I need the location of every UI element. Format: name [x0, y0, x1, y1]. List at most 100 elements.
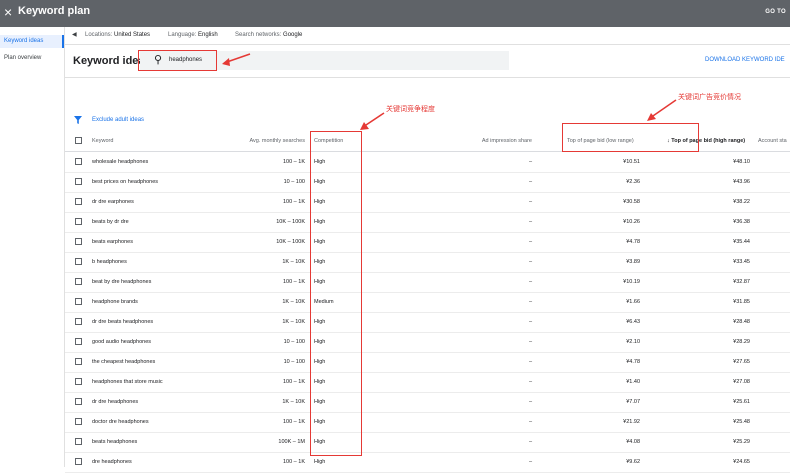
high-bid-cell: ¥33.45 [733, 259, 750, 265]
table-row: beats earphones 10K – 100K High – ¥4.78 ¥35.4… [65, 232, 790, 253]
high-bid-cell: ¥25.48 [733, 419, 750, 425]
table-row: dr dre beats headphones 1K – 10K High – ¥6.4… [65, 312, 790, 333]
avg-searches-cell: 1K – 10K [282, 399, 305, 405]
locations-label: Locations: [85, 32, 113, 38]
impression-share-cell: – [528, 219, 532, 225]
row-checkbox[interactable] [75, 358, 82, 365]
locations-filter[interactable]: Locations: United States [85, 32, 150, 38]
impression-share-cell: – [528, 359, 532, 365]
high-bid-cell: ¥25.29 [733, 439, 750, 445]
table-row: headphone brands 1K – 10K Medium – ¥1.66 ¥31.… [65, 292, 790, 313]
keyword-cell: b headphones [92, 259, 127, 265]
row-checkbox[interactable] [75, 278, 82, 285]
row-checkbox[interactable] [75, 378, 82, 385]
highlight-box-bid [562, 123, 699, 152]
row-checkbox[interactable] [75, 338, 82, 345]
high-bid-cell: ¥35.44 [733, 239, 750, 245]
network-label: Search networks: [235, 32, 282, 38]
table-row: beats by dr dre 10K – 100K High – ¥10.26 ¥36.… [65, 212, 790, 233]
row-checkbox[interactable] [75, 158, 82, 165]
keyword-cell: dre headphones [92, 459, 132, 465]
table-row: beat by dre headphones 100 – 1K High – ¥10.1… [65, 272, 790, 293]
avg-searches-cell: 10 – 100 [283, 339, 305, 345]
low-bid-cell: ¥30.58 [623, 199, 640, 205]
low-bid-cell: ¥9.62 [626, 459, 640, 465]
impression-share-cell: – [528, 239, 532, 245]
impression-share-cell: – [528, 279, 532, 285]
row-checkbox[interactable] [75, 238, 82, 245]
sidebar-item-keyword-ideas[interactable]: Keyword ideas [0, 35, 64, 48]
low-bid-cell: ¥2.36 [626, 179, 640, 185]
row-checkbox[interactable] [75, 198, 82, 205]
row-checkbox[interactable] [75, 298, 82, 305]
avg-searches-cell: 100 – 1K [282, 379, 305, 385]
low-bid-cell: ¥1.40 [626, 379, 640, 385]
bid-annotation: 关键词广告竞价情况 [678, 94, 741, 101]
table-row: the cheapest headphones 10 – 100 High – ¥4.7… [65, 352, 790, 373]
table-row: good audio headphones 10 – 100 High – ¥2.10 ¥… [65, 332, 790, 353]
avg-searches-cell: 100 – 1K [282, 419, 305, 425]
row-checkbox[interactable] [75, 178, 82, 185]
row-checkbox[interactable] [75, 398, 82, 405]
impression-share-cell: – [528, 199, 532, 205]
row-checkbox[interactable] [75, 318, 82, 325]
low-bid-cell: ¥10.51 [623, 159, 640, 165]
header-ad-impression-share[interactable]: Ad impression share [460, 138, 532, 144]
download-keyword-ideas-button[interactable]: DOWNLOAD KEYWORD IDE [705, 57, 785, 63]
avg-searches-cell: 1K – 10K [282, 299, 305, 305]
avg-searches-cell: 100 – 1K [282, 459, 305, 465]
high-bid-cell: ¥38.22 [733, 199, 750, 205]
high-bid-cell: ¥36.38 [733, 219, 750, 225]
keyword-cell: headphones that store music [92, 379, 163, 385]
keyword-cell: dr dre headphones [92, 399, 139, 405]
row-checkbox[interactable] [75, 438, 82, 445]
collapse-icon[interactable]: ◀ [72, 31, 77, 38]
competition-annotation: 关键词竞争程度 [386, 106, 435, 113]
header-avg-monthly-searches[interactable]: Avg. monthly searches [230, 138, 305, 144]
row-checkbox[interactable] [75, 258, 82, 265]
go-to-button[interactable]: GO TO [765, 9, 786, 15]
high-bid-cell: ¥28.29 [733, 339, 750, 345]
keyword-cell: dr dre earphones [92, 199, 134, 205]
low-bid-cell: ¥10.19 [623, 279, 640, 285]
filter-bar: ◀ Locations: United States Language: Eng… [65, 27, 790, 45]
low-bid-cell: ¥1.66 [626, 299, 640, 305]
avg-searches-cell: 100K – 1M [278, 439, 305, 445]
low-bid-cell: ¥3.89 [626, 259, 640, 265]
sidebar-item-plan-overview[interactable]: Plan overview [0, 52, 64, 65]
close-icon[interactable]: × [4, 4, 12, 20]
high-bid-cell: ¥48.10 [733, 159, 750, 165]
keyword-cell: beats earphones [92, 239, 133, 245]
table-row: dr dre headphones 1K – 10K High – ¥7.07 ¥25.6… [65, 392, 790, 413]
highlight-box-search [138, 50, 217, 71]
table-row: headphones that store music 100 – 1K High –… [65, 372, 790, 393]
keyword-cell: beats headphones [92, 439, 138, 445]
impression-share-cell: – [528, 459, 532, 465]
impression-share-cell: – [528, 379, 532, 385]
low-bid-cell: ¥4.78 [626, 359, 640, 365]
select-all-checkbox[interactable] [75, 137, 82, 144]
keyword-cell: the cheapest headphones [92, 359, 156, 365]
avg-searches-cell: 100 – 1K [282, 279, 305, 285]
low-bid-cell: ¥21.92 [623, 419, 640, 425]
keyword-cell: headphone brands [92, 299, 138, 305]
row-checkbox[interactable] [75, 218, 82, 225]
low-bid-cell: ¥4.78 [626, 239, 640, 245]
header-keyword[interactable]: Keyword [92, 138, 113, 144]
high-bid-cell: ¥32.87 [733, 279, 750, 285]
keyword-cell: beats by dr dre [92, 219, 129, 225]
high-bid-cell: ¥43.96 [733, 179, 750, 185]
header-account-status[interactable]: Account sta [758, 138, 787, 144]
network-filter[interactable]: Search networks: Google [235, 32, 302, 38]
impression-share-cell: – [528, 319, 532, 325]
language-filter[interactable]: Language: English [168, 32, 218, 38]
filter-icon [74, 116, 82, 124]
high-bid-cell: ¥28.48 [733, 319, 750, 325]
row-checkbox[interactable] [75, 418, 82, 425]
table-row: best prices on headphones 10 – 100 High – ¥2… [65, 172, 790, 193]
low-bid-cell: ¥4.08 [626, 439, 640, 445]
row-checkbox[interactable] [75, 458, 82, 465]
impression-share-cell: – [528, 399, 532, 405]
impression-share-cell: – [528, 259, 532, 265]
avg-searches-cell: 10 – 100 [283, 179, 305, 185]
